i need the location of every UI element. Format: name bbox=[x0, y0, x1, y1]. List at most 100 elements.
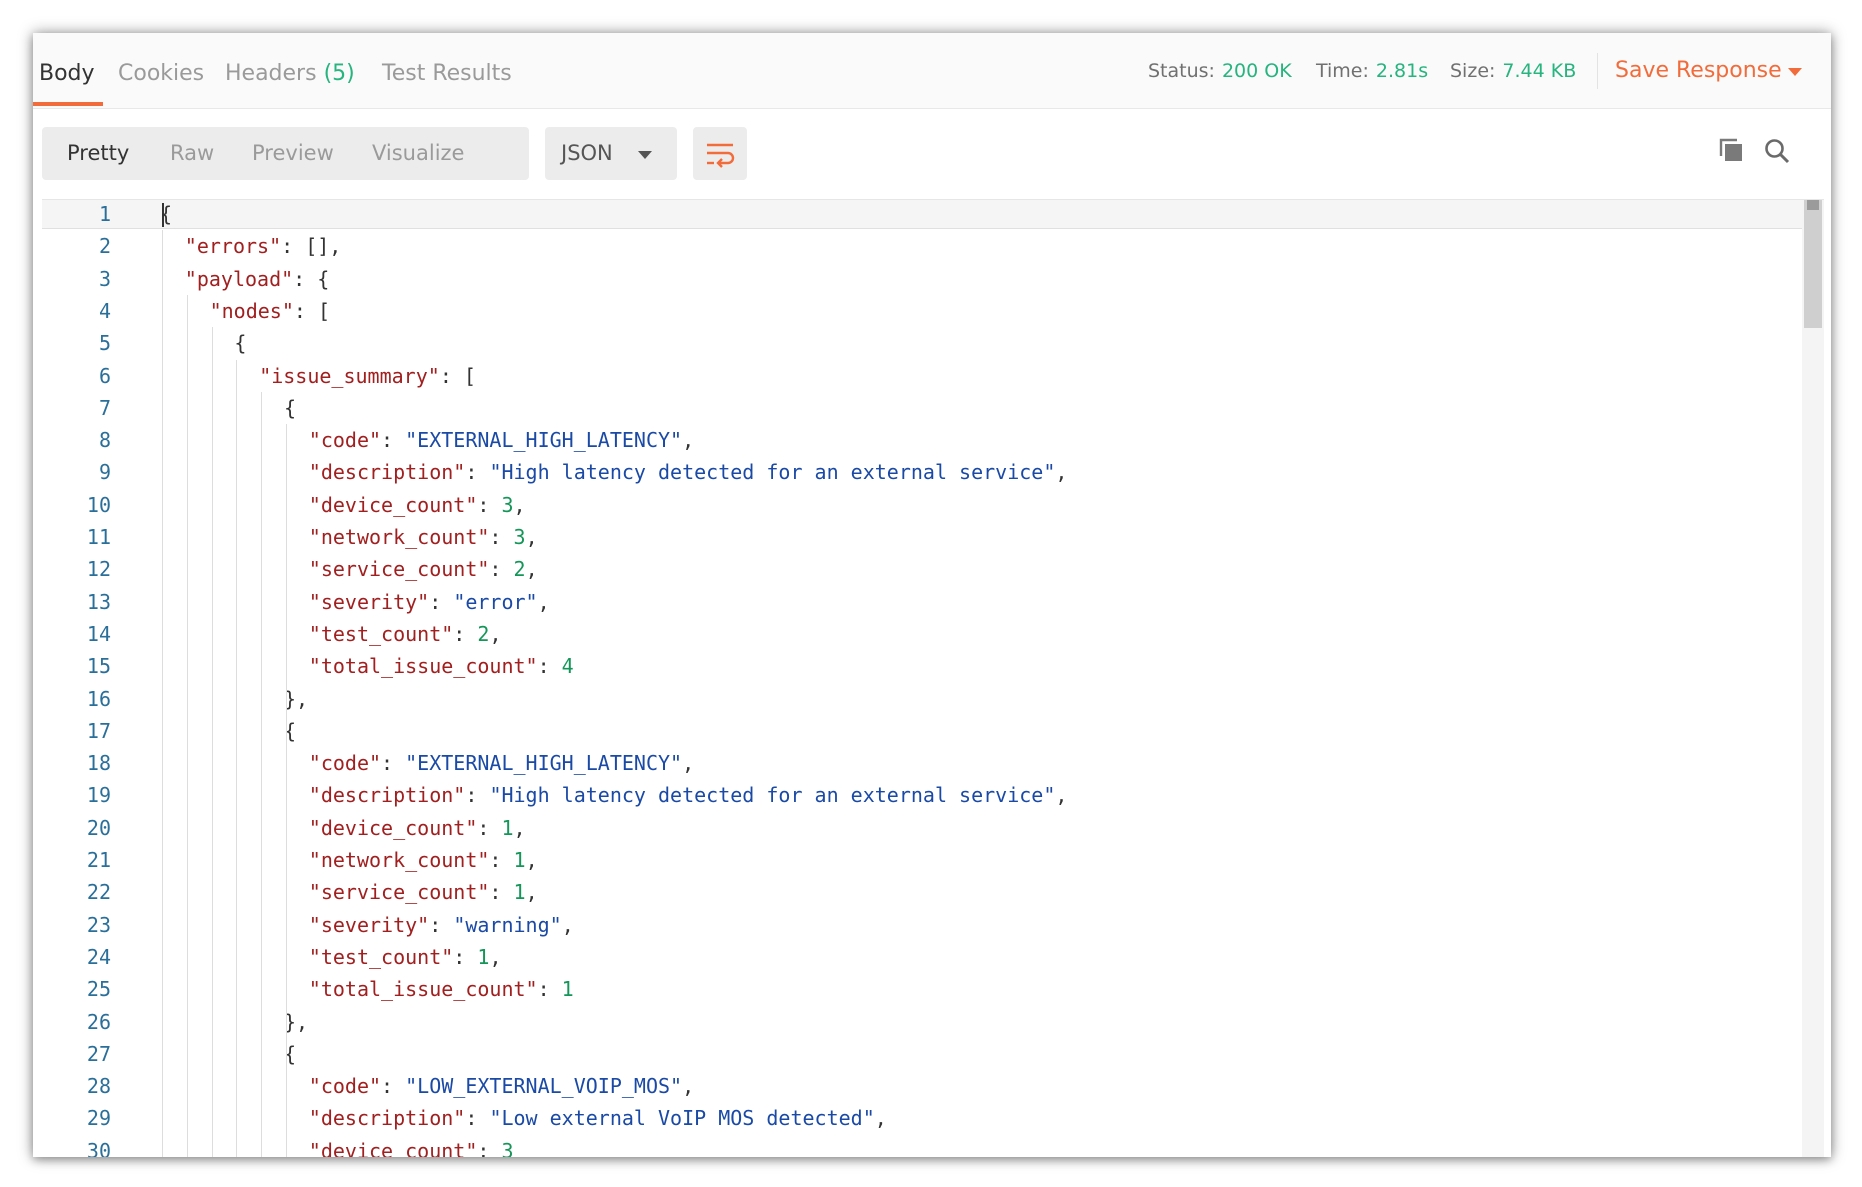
line-number: 11 bbox=[86, 525, 111, 549]
line-number: 17 bbox=[86, 718, 111, 743]
size-value: 7.44 KB bbox=[1502, 60, 1577, 82]
view-mode-preview[interactable]: Preview bbox=[252, 141, 334, 165]
json-punctuation: , bbox=[682, 751, 695, 776]
view-mode-visualize[interactable]: Visualize bbox=[372, 141, 464, 165]
json-string: "LOW_EXTERNAL_VOIP_MOS" bbox=[405, 1074, 683, 1099]
copy-icon[interactable] bbox=[1717, 136, 1745, 164]
indent-guide bbox=[261, 391, 263, 1157]
code-line: "device_count": 3, bbox=[309, 489, 526, 521]
json-number: 1 bbox=[477, 944, 490, 969]
json-punctuation: : bbox=[477, 492, 502, 517]
json-key: "total_issue_count" bbox=[308, 654, 538, 679]
line-number: 18 bbox=[86, 751, 111, 776]
json-punctuation: , bbox=[682, 1074, 695, 1099]
tab-cookies[interactable]: Cookies bbox=[118, 61, 204, 86]
response-tab-bar: Body Cookies Headers (5) Test Results St… bbox=[33, 33, 1831, 109]
line-number: 5 bbox=[98, 331, 111, 356]
line-number: 8 bbox=[98, 428, 111, 453]
json-punctuation: : bbox=[465, 460, 490, 485]
indent-guide bbox=[211, 327, 213, 1157]
json-punctuation: }, bbox=[284, 1009, 309, 1034]
view-mode-pretty[interactable]: Pretty bbox=[67, 141, 129, 165]
json-punctuation: : bbox=[381, 751, 406, 776]
line-number: 1 bbox=[98, 202, 111, 226]
json-punctuation: , bbox=[525, 525, 538, 549]
json-punctuation: : bbox=[537, 977, 562, 1002]
json-punctuation: , bbox=[525, 848, 538, 872]
code-editor[interactable]: 1{2 "errors": [], 3 "payload": {4 "nodes": [… bbox=[42, 199, 1824, 1157]
line-number: 19 bbox=[86, 783, 111, 808]
code-line: "issue_summary": [ bbox=[259, 360, 476, 392]
line-number: 29 bbox=[86, 1106, 111, 1131]
json-key: "issue_summary" bbox=[259, 363, 440, 388]
line-number: 3 bbox=[98, 266, 111, 291]
status-label: Status: bbox=[1148, 60, 1215, 82]
tab-body[interactable]: Body bbox=[39, 61, 95, 86]
json-punctuation: { bbox=[234, 331, 247, 356]
view-mode-raw[interactable]: Raw bbox=[170, 141, 214, 165]
active-line-highlight bbox=[42, 200, 1802, 229]
json-punctuation: , bbox=[874, 1106, 887, 1131]
line-number: 14 bbox=[86, 621, 111, 646]
json-punctuation: : [], bbox=[281, 234, 342, 259]
json-key: "code" bbox=[308, 751, 382, 776]
indent-guide bbox=[236, 359, 238, 1157]
code-line: { bbox=[234, 327, 246, 359]
json-punctuation: , bbox=[561, 912, 574, 937]
indent-guide bbox=[186, 294, 188, 1157]
search-icon[interactable] bbox=[1763, 137, 1791, 165]
tab-headers[interactable]: Headers (5) bbox=[225, 61, 355, 86]
chevron-down-icon[interactable] bbox=[1788, 68, 1802, 76]
json-number: 4 bbox=[561, 654, 574, 679]
json-key: "test_count" bbox=[308, 944, 454, 969]
line-number: 20 bbox=[86, 815, 111, 840]
json-number: 3 bbox=[501, 1138, 514, 1157]
json-number: 3 bbox=[501, 492, 514, 517]
json-punctuation: : { bbox=[293, 266, 330, 291]
editor-scrollbar-thumb[interactable] bbox=[1804, 200, 1822, 328]
json-punctuation: , bbox=[513, 815, 526, 840]
json-key: "device_count" bbox=[308, 492, 478, 517]
code-line: "nodes": [ bbox=[210, 295, 330, 327]
json-punctuation: : bbox=[477, 1138, 502, 1157]
indent-guide bbox=[162, 230, 163, 1157]
json-punctuation: : [ bbox=[439, 363, 476, 388]
code-line: "code": "EXTERNAL_HIGH_LATENCY", bbox=[309, 747, 694, 779]
format-selected-value: JSON bbox=[561, 141, 613, 165]
line-number: 25 bbox=[86, 977, 111, 1002]
json-key: "test_count" bbox=[308, 621, 454, 646]
json-punctuation: , bbox=[537, 589, 550, 614]
json-key: "payload" bbox=[184, 266, 294, 291]
tab-test-results[interactable]: Test Results bbox=[382, 61, 512, 86]
json-number: 2 bbox=[477, 621, 490, 646]
view-mode-group: Pretty Raw Preview Visualize bbox=[42, 127, 529, 180]
json-number: 1 bbox=[513, 880, 526, 905]
json-string: "EXTERNAL_HIGH_LATENCY" bbox=[405, 428, 683, 453]
line-number: 26 bbox=[86, 1009, 111, 1034]
code-line: { bbox=[284, 392, 296, 424]
tab-headers-label: Headers bbox=[225, 61, 317, 86]
json-punctuation: : bbox=[465, 1106, 490, 1131]
json-punctuation: : bbox=[381, 428, 406, 453]
json-key: "total_issue_count" bbox=[308, 977, 538, 1002]
json-key: "service_count" bbox=[308, 880, 490, 905]
json-string: "High latency detected for an external s… bbox=[489, 783, 1056, 808]
json-punctuation: : bbox=[489, 557, 514, 582]
json-key: "description" bbox=[308, 783, 466, 808]
json-punctuation: { bbox=[160, 202, 173, 226]
editor-scrollbar[interactable] bbox=[1802, 200, 1824, 1157]
json-string: "High latency detected for an external s… bbox=[489, 460, 1056, 485]
code-line: "device_count": 1, bbox=[309, 812, 526, 844]
code-line: "description": "High latency detected fo… bbox=[309, 779, 1068, 811]
format-dropdown[interactable]: JSON bbox=[545, 127, 677, 180]
line-number: 21 bbox=[86, 848, 111, 872]
json-string: "Low external VoIP MOS detected" bbox=[489, 1106, 875, 1131]
toolbar-divider bbox=[1597, 53, 1598, 89]
code-line: "severity": "error", bbox=[309, 586, 550, 618]
json-number: 3 bbox=[513, 525, 526, 549]
save-response-button[interactable]: Save Response bbox=[1615, 58, 1782, 83]
size-label: Size: bbox=[1450, 60, 1496, 82]
wrap-lines-button[interactable] bbox=[693, 127, 747, 180]
json-punctuation: , bbox=[682, 428, 695, 453]
code-line: "total_issue_count": 1 bbox=[309, 973, 574, 1005]
